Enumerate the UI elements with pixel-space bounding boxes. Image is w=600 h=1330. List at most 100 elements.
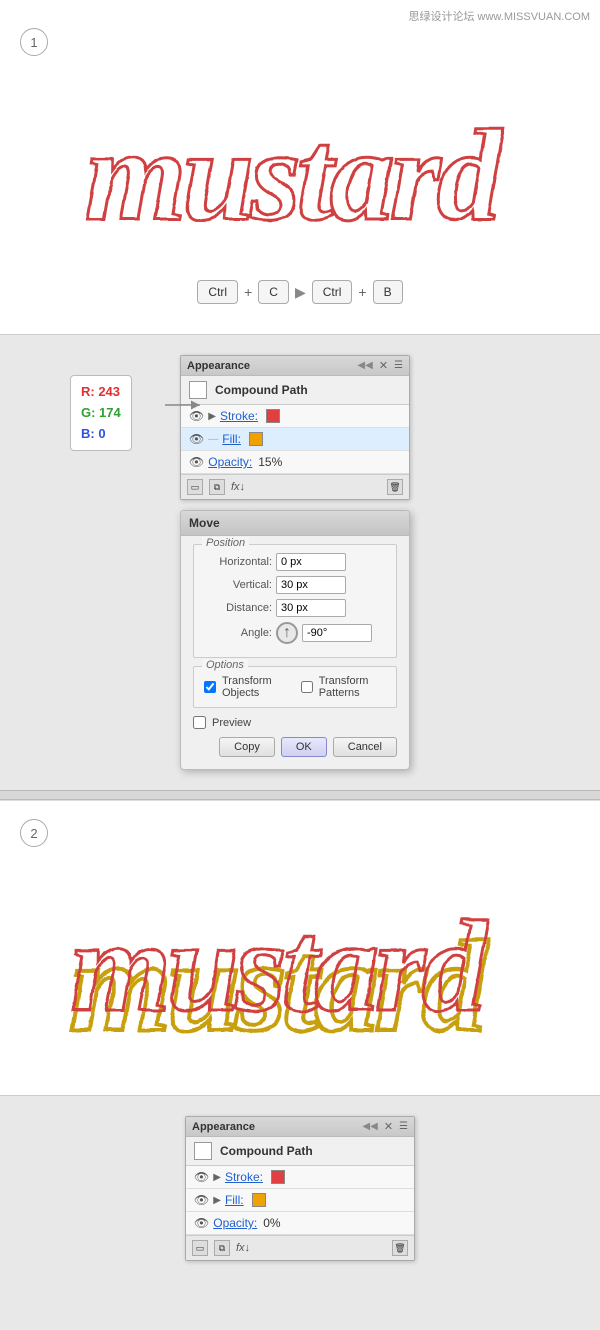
opacity-row-2: 👁 Opacity: 0% <box>186 1212 414 1235</box>
duplicate-icon[interactable]: ⧉ <box>209 479 225 495</box>
section2: 2 mustard mustard <box>0 800 600 1096</box>
panel-controls-2[interactable]: ◀◀ ✕ ☰ <box>362 1120 408 1133</box>
panel-close-icon-2[interactable]: ✕ <box>384 1120 393 1133</box>
arrow: ▶ <box>295 284 306 301</box>
position-title: Position <box>202 537 249 549</box>
color-b: B: 0 <box>81 424 121 445</box>
color-g: G: 174 <box>81 403 121 424</box>
expand-icon-fill-1: — <box>208 434 218 445</box>
panel-titlebar-1: Appearance ◀◀ ✕ ☰ <box>181 356 409 376</box>
angle-wheel[interactable]: ↑ <box>276 622 298 644</box>
panel-menu-icon-2[interactable]: ☰ <box>399 1121 408 1132</box>
opacity-row-1: 👁 Opacity: 15% <box>181 451 409 474</box>
angle-row: Angle: ↑ <box>204 622 386 644</box>
new-layer-icon[interactable]: ▭ <box>187 479 203 495</box>
angle-label: Angle: <box>204 627 272 639</box>
vertical-row: Vertical: <box>204 576 386 594</box>
mustard-art-1: mustard <box>65 74 535 254</box>
compound-path-label-1: Compound Path <box>215 383 308 397</box>
duplicate-icon-2[interactable]: ⧉ <box>214 1240 230 1256</box>
vertical-input[interactable] <box>276 576 346 594</box>
white-swatch-2 <box>194 1142 212 1160</box>
appearance-header-2: Compound Path <box>186 1137 414 1166</box>
c-key: C <box>258 280 289 304</box>
fill-swatch-1 <box>249 432 263 446</box>
panel-menu-icon[interactable]: ☰ <box>394 360 403 371</box>
panel-footer-2: ▭ ⧉ fx↓ 🗑 <box>186 1235 414 1260</box>
transform-objects-row: Transform Objects Transform Patterns <box>204 675 386 699</box>
step-number-1: 1 <box>20 28 48 56</box>
eye-icon-fill-2[interactable]: 👁 <box>194 1193 209 1207</box>
watermark: 思绿设计论坛 www.MISSVUAN.COM <box>408 8 590 24</box>
stroke-label-2[interactable]: Stroke: <box>225 1170 263 1184</box>
fx-label-1[interactable]: fx↓ <box>231 481 245 493</box>
plus2: + <box>358 284 366 300</box>
opacity-value-2: 0% <box>263 1216 280 1230</box>
dialog-buttons: Copy OK Cancel <box>193 737 397 761</box>
preview-checkbox[interactable] <box>193 716 206 729</box>
eye-icon-opacity-2[interactable]: 👁 <box>194 1216 209 1230</box>
ctrl1-key: Ctrl <box>197 280 238 304</box>
cancel-button[interactable]: Cancel <box>333 737 397 757</box>
panel-titlebar-left: Appearance <box>187 360 250 372</box>
step-number-2: 2 <box>20 819 48 847</box>
panel-footer-1: ▭ ⧉ fx↓ 🗑 <box>181 474 409 499</box>
copy-button[interactable]: Copy <box>219 737 275 757</box>
fill-row-1: 👁 — Fill: <box>181 428 409 451</box>
expand-icon-fill-2[interactable]: ▶ <box>213 1195 221 1206</box>
horizontal-row: Horizontal: <box>204 553 386 571</box>
fill-swatch-2 <box>252 1193 266 1207</box>
move-dialog: Move Position Horizontal: Vertical: <box>180 510 410 770</box>
transform-patterns-label: Transform Patterns <box>319 675 386 699</box>
mustard-art-2: mustard mustard <box>50 865 550 1065</box>
stroke-swatch-2 <box>271 1170 285 1184</box>
fill-label-2[interactable]: Fill: <box>225 1193 244 1207</box>
fx-label-2[interactable]: fx↓ <box>236 1242 250 1254</box>
panel-close-icon[interactable]: ✕ <box>379 359 388 372</box>
new-layer-icon-2[interactable]: ▭ <box>192 1240 208 1256</box>
section1: 1 mustard Ctrl + C ▶ Ctrl + B <box>0 0 600 335</box>
vertical-label: Vertical: <box>204 579 272 591</box>
position-group: Position Horizontal: Vertical: Distance: <box>193 544 397 658</box>
angle-input[interactable] <box>302 624 372 642</box>
horizontal-label: Horizontal: <box>204 556 272 568</box>
dialog-titlebar: Move <box>181 511 409 536</box>
panel-expand-icon[interactable]: ◀◀ <box>357 360 372 371</box>
panel-area-2: Appearance ◀◀ ✕ ☰ Compound Path 👁 ▶ Stro… <box>0 1096 600 1281</box>
transform-patterns-checkbox[interactable] <box>301 681 313 693</box>
horizontal-input[interactable] <box>276 553 346 571</box>
ok-button[interactable]: OK <box>281 737 327 757</box>
preview-label: Preview <box>212 717 251 729</box>
expand-icon-stroke-2[interactable]: ▶ <box>213 1172 221 1183</box>
panel-controls[interactable]: ◀◀ ✕ ☰ <box>357 359 403 372</box>
options-title: Options <box>202 659 248 671</box>
ctrl2-key: Ctrl <box>312 280 353 304</box>
connector-line <box>165 395 205 425</box>
fill-label-1[interactable]: Fill: <box>222 432 241 446</box>
stroke-row-2: 👁 ▶ Stroke: <box>186 1166 414 1189</box>
transform-objects-checkbox[interactable] <box>204 681 216 693</box>
svg-text:mustard: mustard <box>70 895 489 1039</box>
expand-icon-stroke-1[interactable]: ▶ <box>208 411 216 422</box>
stroke-swatch-1 <box>266 409 280 423</box>
opacity-label-1[interactable]: Opacity: <box>208 455 252 469</box>
distance-input[interactable] <box>276 599 346 617</box>
delete-icon-2[interactable]: 🗑 <box>392 1240 408 1256</box>
panel-title-2: Appearance <box>192 1121 255 1133</box>
stroke-label-1[interactable]: Stroke: <box>220 409 258 423</box>
color-r: R: 243 <box>81 382 121 403</box>
svg-text:mustard: mustard <box>85 104 504 248</box>
panel-expand-icon-2[interactable]: ◀◀ <box>362 1121 377 1132</box>
delete-icon[interactable]: 🗑 <box>387 479 403 495</box>
eye-icon-fill-1[interactable]: 👁 <box>189 432 204 446</box>
dialog-body: Position Horizontal: Vertical: Distance: <box>181 536 409 769</box>
eye-icon-stroke-2[interactable]: 👁 <box>194 1170 209 1184</box>
panel-titlebar-2: Appearance ◀◀ ✕ ☰ <box>186 1117 414 1137</box>
eye-icon-opacity-1[interactable]: 👁 <box>189 455 204 469</box>
distance-row: Distance: <box>204 599 386 617</box>
plus1: + <box>244 284 252 300</box>
opacity-label-2[interactable]: Opacity: <box>213 1216 257 1230</box>
appearance-panel-1: Appearance ◀◀ ✕ ☰ Compound Path <box>180 355 410 500</box>
preview-row: Preview <box>193 716 397 729</box>
appearance-header-1: Compound Path <box>181 376 409 405</box>
